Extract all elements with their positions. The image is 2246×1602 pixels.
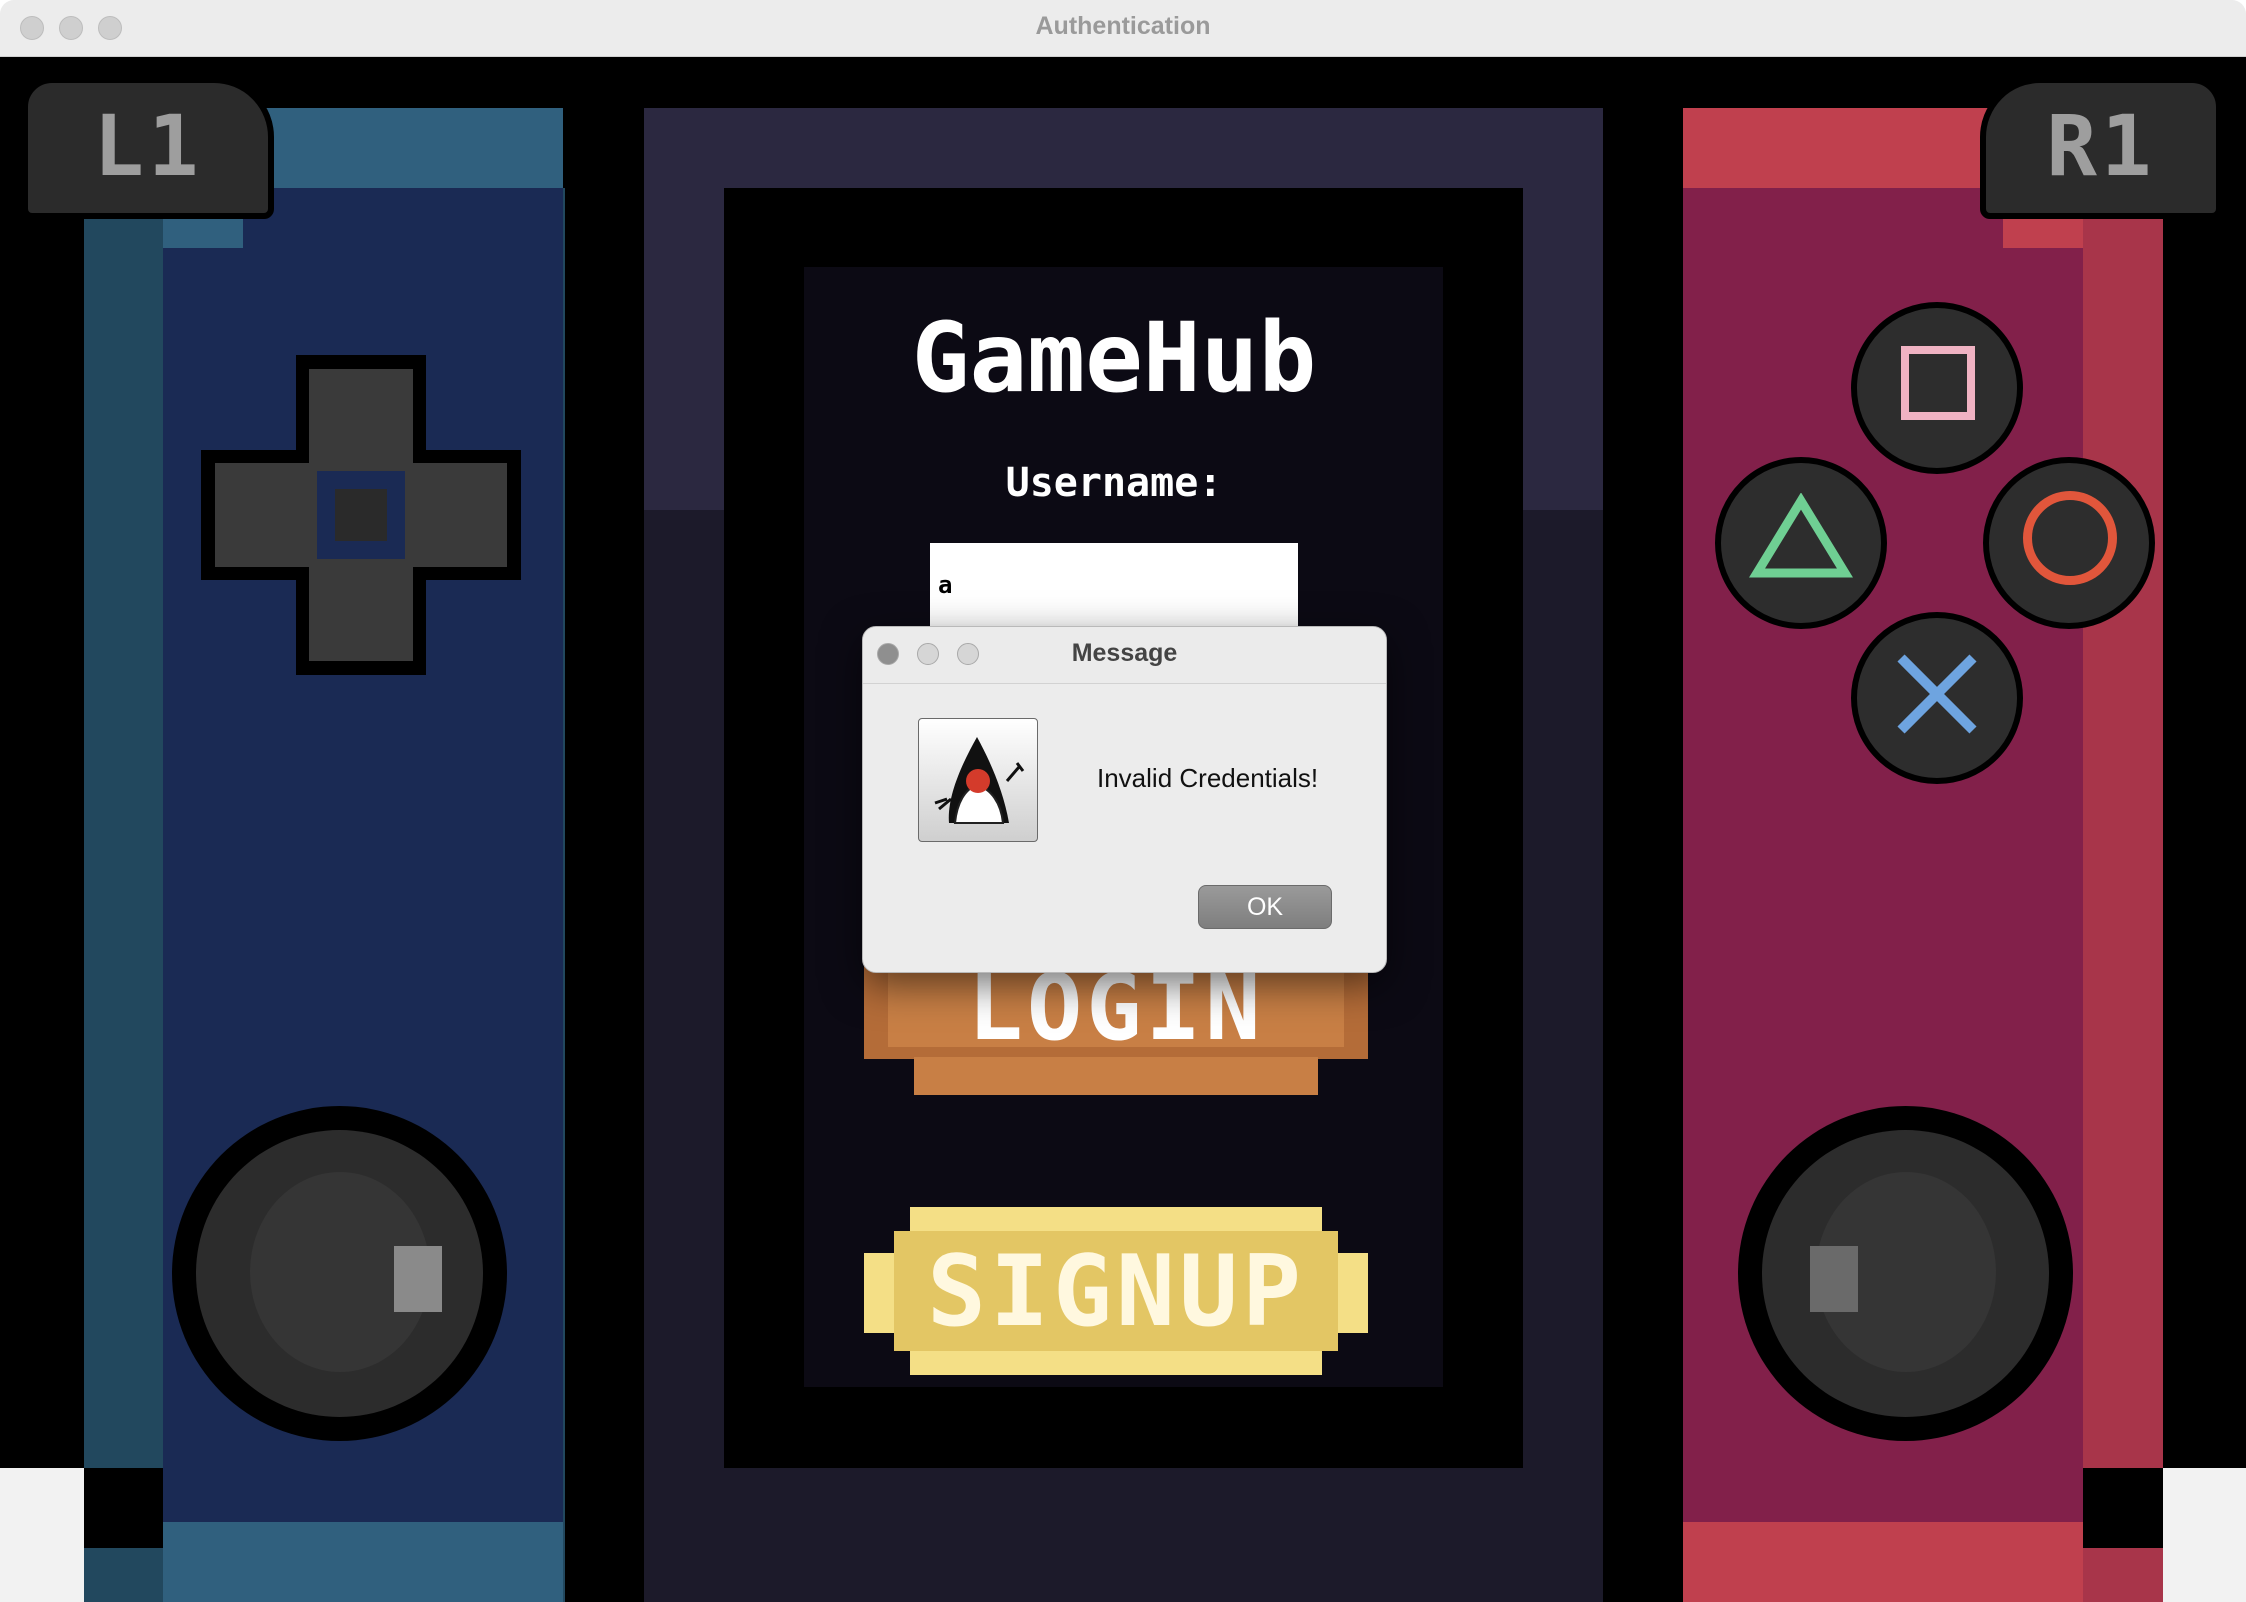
message-dialog: Message Invalid Credentials! OK [862,626,1387,973]
r1-bumper[interactable]: R1 [1980,77,2222,219]
app-title: GameHub [911,302,1317,414]
signup-label: SIGNUP [926,1235,1305,1349]
right-analog-stick[interactable] [1738,1106,2073,1441]
left-corner-shadow [84,1468,163,1548]
right-corner-light [2163,1468,2246,1602]
cross-button[interactable] [1851,612,2023,784]
l1-bumper[interactable]: L1 [22,77,274,219]
square-button[interactable] [1851,302,2023,474]
dialog-title: Message [1071,639,1178,667]
cross-icon [1897,654,1977,734]
right-stick-indicator [1810,1246,1858,1312]
java-duke-icon [918,718,1038,842]
dpad[interactable] [201,355,521,675]
username-label: Username: [1005,460,1223,506]
circle-button[interactable] [1983,457,2155,629]
window-title: Authentication [1035,12,1211,40]
dialog-titlebar: Message [863,627,1386,684]
login-button[interactable]: LOGIN [864,957,1368,1095]
left-stick-indicator [394,1246,442,1312]
left-corner-light [0,1468,84,1602]
window-titlebar: Authentication [0,0,2246,57]
circle-icon [2023,491,2117,585]
username-input[interactable]: a [930,543,1298,627]
left-analog-stick[interactable] [172,1106,507,1441]
ok-button[interactable]: OK [1198,885,1332,929]
triangle-icon [1749,493,1853,578]
dialog-message: Invalid Credentials! [1097,763,1319,793]
r1-label: R1 [2046,97,2156,195]
right-corner-shadow [2083,1468,2163,1548]
signup-button[interactable]: SIGNUP [864,1207,1368,1375]
l1-label: L1 [93,97,203,195]
square-icon [1901,346,1975,420]
triangle-button[interactable] [1715,457,1887,629]
